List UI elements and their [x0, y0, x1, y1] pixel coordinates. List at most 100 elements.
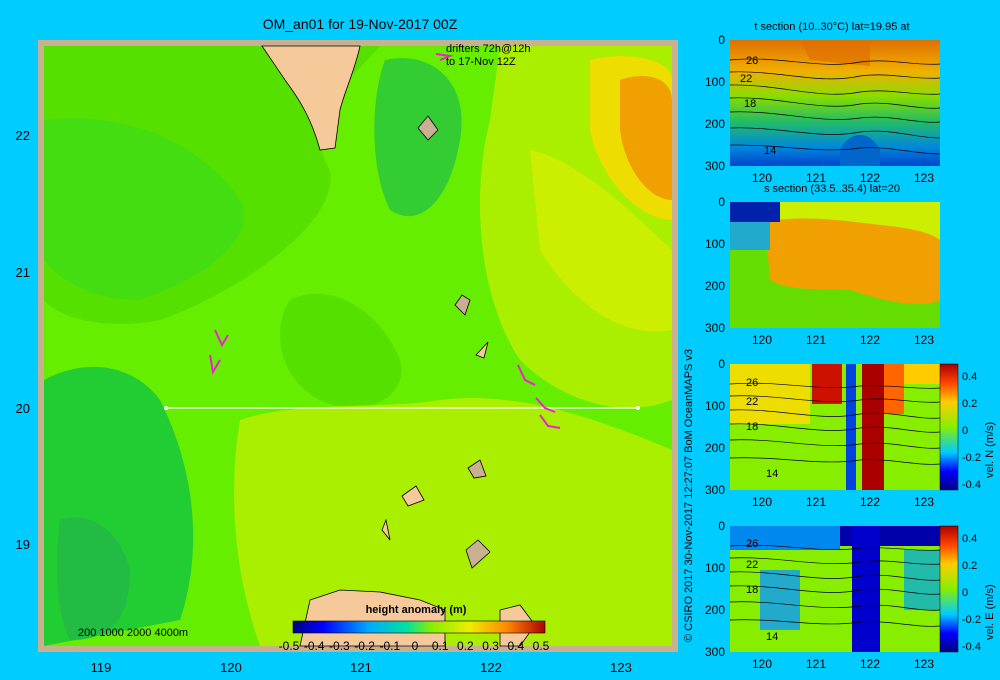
vel-colorbar-tick: -0.2: [962, 614, 981, 626]
section-y-tick: 0: [718, 33, 725, 47]
vel-n-patch-3: [884, 364, 904, 414]
colorbar-tick-label: -0.1: [379, 639, 400, 653]
section-start: [164, 406, 168, 410]
section-x-tick: 123: [914, 171, 934, 185]
section-y-tick: 0: [718, 357, 725, 371]
section-y-tick: 100: [705, 561, 725, 575]
map-y-tick: 22: [16, 128, 30, 143]
colorbar-tick-label: 0: [412, 639, 419, 653]
vel-n-patch-1: [730, 364, 810, 424]
map-title: OM_an01 for 19-Nov-2017 00Z: [263, 16, 458, 32]
section-y-tick: 100: [705, 399, 725, 413]
vel-e-label: vel. E (m/s): [984, 584, 996, 640]
section-x-tick: 121: [806, 495, 826, 509]
vel-e-panel: [729, 525, 959, 653]
figure: OM_an01 for 19-Nov-2017 00Z drifters 72h…: [16, 16, 996, 675]
section-x-tick: 123: [914, 333, 934, 347]
section-y-tick: 300: [705, 321, 725, 335]
t-section-title: t section (10..30°C) lat=19.95 at: [754, 21, 909, 33]
section-y-tick: 200: [705, 279, 725, 293]
section-end: [636, 406, 640, 410]
vel-colorbar-tick: 0.4: [962, 371, 977, 383]
section-x-tick: 121: [806, 333, 826, 347]
map-y-tick: 21: [16, 265, 30, 280]
vel-n-colorbar: [939, 363, 959, 491]
vel-colorbar-tick: 0: [962, 425, 968, 437]
t-contour-label: 18: [744, 98, 756, 110]
section-y-tick: 300: [705, 645, 725, 659]
section-x-tick: 123: [914, 657, 934, 671]
colorbar-title: height anomaly (m): [366, 604, 467, 616]
section-x-tick: 122: [860, 333, 880, 347]
drifters-label-1: drifters 72h@12h: [446, 43, 531, 55]
colorbar-ticks: -0.5 -0.4 -0.3 -0.2 -0.1 0 0.1 0.2 0.3 0.4 0.5: [279, 639, 550, 653]
vel-n-label: vel. N (m/s): [984, 422, 996, 478]
vel-n-contour-label: 14: [766, 468, 778, 480]
vel-n-patch-2: [812, 364, 842, 404]
vel-colorbar-tick: -0.2: [962, 452, 981, 464]
section-x-tick: 122: [860, 171, 880, 185]
colorbar-tick-label: -0.4: [304, 639, 325, 653]
vel-colorbar-tick: 0.4: [962, 533, 977, 545]
depth-legend: 200 1000 2000 4000m: [78, 627, 188, 639]
vel-n-south-jet: [846, 364, 856, 490]
vel-n-panel: [729, 363, 959, 491]
section-x-tick: 122: [860, 495, 880, 509]
t-section-panel: [729, 40, 941, 166]
s-section-panel: [730, 202, 940, 328]
s-fresh-patch: [730, 222, 770, 250]
vel-colorbar-tick: -0.4: [962, 641, 981, 653]
section-y-tick: 0: [718, 195, 725, 209]
colorbar-tick-label: 0.2: [457, 639, 474, 653]
section-y-tick: 100: [705, 75, 725, 89]
map-x-axis: 119 120 121 122 123: [91, 660, 632, 675]
vel-e-contour-label: 26: [746, 538, 758, 550]
vel-e-contour-label: 18: [746, 584, 758, 596]
vel-n-patch-4: [904, 364, 940, 384]
vel-colorbar-tick: 0: [962, 587, 968, 599]
colorbar-tick-label: 0.4: [507, 639, 524, 653]
vel-colorbar-tick: -0.4: [962, 479, 981, 491]
credit-text: © CSIRO 2017 30-Nov-2017 12:27:07 BoM Oc…: [683, 349, 695, 642]
drifters-label-2: to 17-Nov 12Z: [446, 56, 516, 68]
colorbar-tick-label: 0.5: [533, 639, 550, 653]
section-x-tick: 120: [752, 171, 772, 185]
map-y-tick: 20: [16, 401, 30, 416]
section-x-tick: 120: [752, 333, 772, 347]
section-x-tick: 120: [752, 657, 772, 671]
map-x-tick: 119: [91, 660, 112, 675]
section-y-tick: 200: [705, 441, 725, 455]
s-low-salinity: [730, 202, 780, 222]
section-x-tick: 120: [752, 495, 772, 509]
t-contour-label: 14: [764, 145, 776, 157]
map-x-tick: 121: [350, 660, 372, 675]
vel-e-contour-label: 22: [746, 559, 758, 571]
map-x-tick: 120: [220, 660, 242, 675]
colorbar-ramp: [292, 620, 546, 634]
map-x-tick: 122: [480, 660, 502, 675]
section-x-tick: 123: [914, 495, 934, 509]
colorbar-tick-label: 0.1: [432, 639, 449, 653]
map-y-axis: 22 21 20 19: [16, 128, 30, 552]
vel-n-contour-label: 26: [746, 377, 758, 389]
vel-n-contour-label: 22: [746, 396, 758, 408]
vel-n-contour-label: 18: [746, 421, 758, 433]
section-x-tick: 122: [860, 657, 880, 671]
colorbar-tick-label: -0.3: [329, 639, 350, 653]
section-y-tick: 300: [705, 159, 725, 173]
t-contour-label: 26: [746, 55, 758, 67]
section-y-tick: 300: [705, 483, 725, 497]
section-x-tick: 121: [806, 657, 826, 671]
map-y-tick: 19: [16, 537, 30, 552]
colorbar-tick-label: -0.5: [279, 639, 300, 653]
colorbar-tick-label: -0.2: [354, 639, 375, 653]
colorbar-tick-label: 0.3: [482, 639, 499, 653]
vel-colorbar-tick: 0.2: [962, 398, 977, 410]
section-y-tick: 200: [705, 117, 725, 131]
section-y-tick: 200: [705, 603, 725, 617]
section-x-tick: 121: [806, 171, 826, 185]
vel-colorbar-tick: 0.2: [962, 560, 977, 572]
t-contour-label: 22: [740, 73, 752, 85]
section-y-tick: 100: [705, 237, 725, 251]
vel-e-colorbar: [939, 525, 959, 653]
